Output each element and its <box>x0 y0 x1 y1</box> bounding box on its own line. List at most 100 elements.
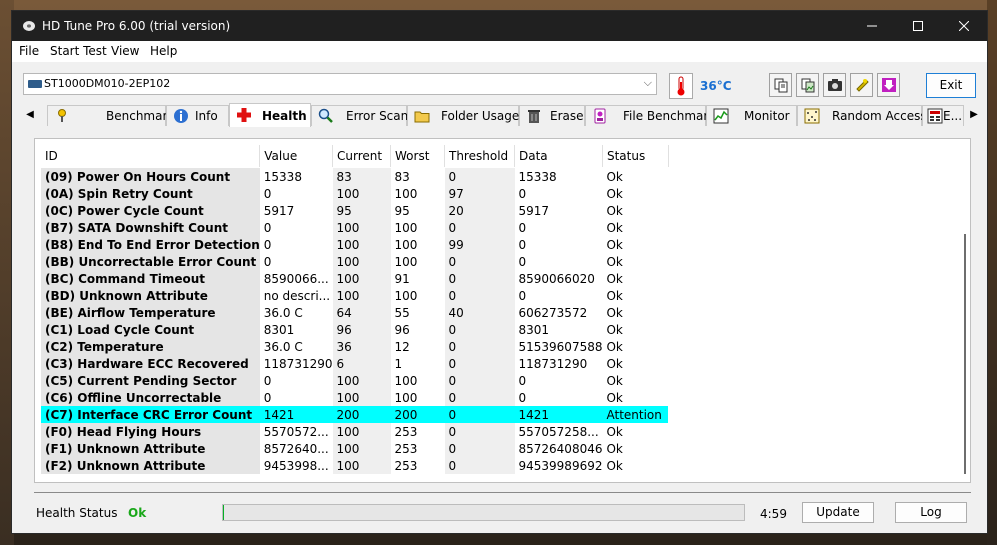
close-icon <box>958 20 970 32</box>
cell-value: 1421 <box>259 406 333 423</box>
cell-status: Attention <box>602 406 669 423</box>
smart-table-area: ID Value Current Worst Threshold Data St… <box>41 145 953 476</box>
cell-threshold: 0 <box>444 406 515 423</box>
tab-health[interactable]: Health <box>229 103 311 127</box>
col-header-value[interactable]: Value <box>259 145 333 168</box>
tab-folder-usage[interactable]: Folder Usage <box>407 105 519 126</box>
cell-current: 64 <box>332 304 391 321</box>
table-row[interactable]: (09) Power On Hours Count 15338 83 83 0 15338… <box>41 167 668 185</box>
maximize-button[interactable] <box>895 11 941 41</box>
copy-text-button[interactable] <box>769 73 792 97</box>
options-button[interactable] <box>850 73 873 97</box>
minimize-icon <box>867 25 877 27</box>
table-row[interactable]: (B8) End To End Error Detection 0 100 100 99… <box>41 236 668 253</box>
tab-error-scan[interactable]: Error Scan <box>311 105 408 126</box>
table-row[interactable]: (B7) SATA Downshift Count 0 100 100 0 0 Ok <box>41 219 668 236</box>
col-header-id[interactable]: ID <box>41 145 261 168</box>
col-header-threshold[interactable]: Threshold <box>444 145 515 168</box>
tab-monitor-label: Monitor <box>744 109 790 123</box>
table-row[interactable]: (0C) Power Cycle Count 5917 95 95 20 5917 Ok <box>41 202 668 219</box>
chevron-down-icon: ⌵ <box>643 76 652 89</box>
exit-button[interactable]: Exit <box>926 73 976 98</box>
cell-threshold: 0 <box>444 321 515 338</box>
cell-status: Ok <box>606 203 623 218</box>
cell-threshold: 99 <box>444 236 515 253</box>
log-button[interactable]: Log <box>895 502 967 523</box>
cell-status: Ok <box>606 441 623 456</box>
cell-status: Ok <box>606 322 623 337</box>
cell-value: 5917 <box>263 203 295 218</box>
menu-view[interactable]: View <box>111 44 139 58</box>
vertical-scrollbar[interactable] <box>964 234 966 474</box>
col-header-current[interactable]: Current <box>332 145 391 168</box>
cell-threshold: 0 <box>444 167 515 185</box>
title-bar[interactable]: HD Tune Pro 6.00 (trial version) <box>12 11 987 41</box>
health-status-label: Health Status <box>36 506 118 520</box>
cell-current: 83 <box>332 167 391 185</box>
table-row[interactable]: (0A) Spin Retry Count 0 100 100 97 0 Ok <box>41 185 668 202</box>
menu-help[interactable]: Help <box>150 44 177 58</box>
table-row[interactable]: (C1) Load Cycle Count 8301 96 96 0 8301 Ok <box>41 321 668 338</box>
table-row[interactable]: (BE) Airflow Temperature 36.0 C 64 55 40 6062… <box>41 304 668 321</box>
table-row[interactable]: (C6) Offline Uncorrectable 0 100 100 0 0 Ok <box>41 389 668 406</box>
thermometer-icon <box>669 73 693 99</box>
trash-icon <box>528 110 540 123</box>
table-row[interactable]: (C7) Interface CRC Error Count 1421 200 200… <box>41 406 669 423</box>
table-row[interactable]: (C5) Current Pending Sector 0 100 100 0 0 Ok <box>41 372 668 389</box>
tab-erase[interactable]: Erase <box>519 105 585 126</box>
tab-monitor[interactable]: Monitor <box>706 105 797 126</box>
cell-value: 0 <box>263 220 272 235</box>
table-row[interactable]: (F0) Head Flying Hours 5570572... 100 253 0 5… <box>41 423 668 440</box>
table-row[interactable]: (BD) Unknown Attribute no descri... 100 100… <box>41 287 668 304</box>
health-status-value: Ok <box>128 506 147 520</box>
tab-file-benchmark[interactable]: File Benchmark <box>585 105 715 126</box>
tab-random-access[interactable]: Random Access <box>797 105 927 126</box>
cell-current: 100 <box>332 389 391 406</box>
progress-fill <box>223 505 224 520</box>
cell-data: 557057258... <box>518 424 599 439</box>
monitor-icon <box>713 108 729 124</box>
cell-current: 100 <box>332 185 391 202</box>
table-row[interactable]: (F2) Unknown Attribute 9453998... 100 253 0 9… <box>41 457 668 474</box>
cell-value: 0 <box>263 237 272 252</box>
screenshot-button[interactable] <box>823 73 846 97</box>
table-row[interactable]: (C2) Temperature 36.0 C 36 12 0 51539607588 Ok <box>41 338 668 355</box>
cell-id: (C6) Offline Uncorrectable <box>41 389 260 406</box>
tab-scroll-right-icon[interactable]: ▶ <box>967 105 981 125</box>
cell-status: Ok <box>606 390 623 405</box>
update-button[interactable]: Update <box>802 502 874 523</box>
minimize-button[interactable] <box>849 11 895 41</box>
tab-scroll-left-icon[interactable]: ◀ <box>23 105 37 125</box>
tab-info[interactable]: Info <box>166 105 229 126</box>
menu-file[interactable]: File <box>19 44 39 58</box>
cell-data: 0 <box>518 220 527 235</box>
col-header-worst[interactable]: Worst <box>390 145 445 168</box>
table-row[interactable]: (BB) Uncorrectable Error Count 0 100 100 0 0 O… <box>41 253 668 270</box>
copy-screenshot-button[interactable] <box>796 73 819 97</box>
table-row[interactable]: (F1) Unknown Attribute 8572640... 100 253 0 8… <box>41 440 668 457</box>
cell-worst: 12 <box>394 339 410 354</box>
tab-extra-tests[interactable]: E... <box>922 105 964 126</box>
drive-selector[interactable]: ST1000DM010-2EP102 ⌵ <box>23 73 657 95</box>
table-row[interactable]: (C3) Hardware ECC Recovered 118731290 6 1 0 1… <box>41 355 668 372</box>
cell-status: Ok <box>606 339 623 354</box>
close-button[interactable] <box>941 11 987 41</box>
cell-id: (C3) Hardware ECC Recovered <box>41 355 260 372</box>
cell-id: (C1) Load Cycle Count <box>41 321 260 338</box>
save-button[interactable] <box>877 73 900 97</box>
cell-id: (C2) Temperature <box>41 338 260 355</box>
smart-attributes-table: ID Value Current Worst Threshold Data St… <box>41 145 669 474</box>
table-row[interactable]: (BC) Command Timeout 8590066... 100 91 0 8590… <box>41 270 668 287</box>
col-header-status[interactable]: Status <box>602 145 669 168</box>
cell-threshold: 0 <box>444 338 515 355</box>
tab-erase-label: Erase <box>550 109 584 123</box>
tab-benchmark[interactable]: Benchmark <box>47 105 174 126</box>
cell-id: (0C) Power Cycle Count <box>41 202 260 219</box>
cell-current: 100 <box>332 423 391 440</box>
col-header-data[interactable]: Data <box>514 145 603 168</box>
cell-status: Ok <box>606 356 623 371</box>
cell-worst: 95 <box>394 203 410 218</box>
cell-id: (C5) Current Pending Sector <box>41 372 260 389</box>
menu-start-test[interactable]: Start Test <box>50 44 107 58</box>
app-window: HD Tune Pro 6.00 (trial version) File St… <box>11 10 988 534</box>
